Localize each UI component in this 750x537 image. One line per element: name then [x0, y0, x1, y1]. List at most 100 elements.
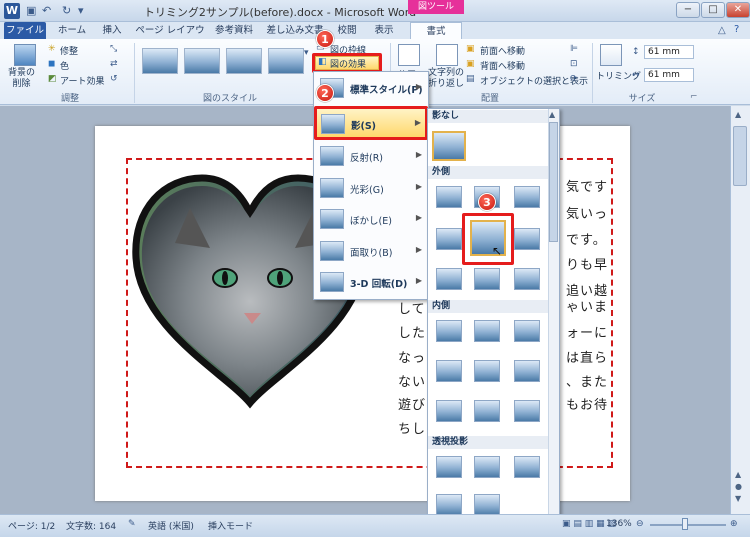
gallery-item-inner[interactable]	[474, 400, 500, 422]
doc-line: して	[398, 302, 426, 317]
shadow-highlight	[314, 106, 428, 140]
gallery-item-outer[interactable]	[514, 186, 540, 208]
menu-item-soft-edges[interactable]: ぼかし(E) ▶	[314, 204, 428, 234]
gallery-item-perspective[interactable]	[436, 456, 462, 478]
menu-item-bevel[interactable]: 面取り(B) ▶	[314, 236, 428, 266]
tab-file[interactable]: ファイル	[4, 22, 46, 39]
browse-object-icon[interactable]: ●	[735, 482, 742, 491]
proofing-icon[interactable]: ✎	[128, 519, 136, 529]
zoom-in-icon[interactable]: ⊕	[730, 519, 738, 529]
adjust-group-label: 調整	[60, 94, 79, 104]
zoom-slider-thumb[interactable]	[682, 518, 688, 530]
compress-pictures-icon[interactable]: ⤡	[110, 44, 117, 54]
status-language[interactable]: 英語 (米国)	[148, 519, 194, 532]
reflection-icon	[320, 146, 344, 166]
position-icon[interactable]	[398, 44, 420, 66]
step-badge-1: 1	[316, 30, 334, 48]
doc-line: 気いっ	[566, 207, 609, 222]
close-button[interactable]: ✕	[726, 2, 750, 18]
picture-style-thumb-3[interactable]	[226, 48, 262, 74]
reset-picture-icon[interactable]: ↺	[110, 74, 118, 84]
picture-style-thumb-4[interactable]	[268, 48, 304, 74]
help-icon[interactable]: ?	[734, 24, 739, 35]
prev-page-icon[interactable]: ▲	[735, 470, 741, 479]
menu-item-glow[interactable]: 光彩(G) ▶	[314, 173, 428, 203]
step-badge-3: 3	[478, 193, 496, 211]
status-page[interactable]: ページ: 1/2	[8, 519, 55, 532]
picture-style-thumb-2[interactable]	[184, 48, 220, 74]
remove-background-button[interactable]: 背景の 削除	[8, 68, 35, 90]
gallery-item-outer[interactable]	[514, 268, 540, 290]
gallery-item-perspective[interactable]	[514, 456, 540, 478]
gallery-scroll-thumb[interactable]	[549, 122, 558, 242]
gallery-item-perspective[interactable]	[436, 494, 462, 516]
gallery-item-inner[interactable]	[474, 360, 500, 382]
gallery-more-icon[interactable]: ▾	[304, 48, 309, 58]
change-picture-icon[interactable]: ⇄	[110, 59, 118, 69]
tab-page-layout[interactable]: ページ レイアウト	[132, 22, 208, 53]
scroll-thumb[interactable]	[733, 126, 747, 186]
tab-home[interactable]: ホーム	[52, 22, 92, 39]
gallery-item-outer[interactable]	[436, 186, 462, 208]
gallery-item-outer[interactable]	[514, 228, 540, 250]
zoom-level[interactable]: 136%	[606, 519, 632, 529]
rotate-icon[interactable]: ⟳	[570, 74, 578, 84]
picture-styles-group-label: 図のスタイル	[202, 94, 257, 104]
artistic-effects-button[interactable]: アート効果	[60, 74, 104, 87]
zoom-slider-track[interactable]	[650, 524, 726, 526]
gallery-item-inner[interactable]	[514, 360, 540, 382]
tab-view[interactable]: 表示	[366, 22, 402, 39]
tab-format[interactable]: 書式	[410, 22, 462, 40]
gallery-item-outer[interactable]	[436, 268, 462, 290]
send-backward-button[interactable]: 背面へ移動	[480, 59, 525, 72]
gallery-item-outer[interactable]	[474, 268, 500, 290]
mouse-cursor-icon: ↖	[492, 244, 503, 258]
menu-item-3d-rotation[interactable]: 3-D 回転(D) ▶	[314, 267, 428, 297]
picture-style-thumb-1[interactable]	[142, 48, 178, 74]
color-icon: ◼	[48, 59, 56, 69]
submenu-arrow-icon: ▶	[415, 213, 422, 222]
align-icon[interactable]: ⊫	[570, 44, 578, 54]
gallery-item-inner[interactable]	[436, 400, 462, 422]
menu-item-label: 面取り(B)	[350, 248, 393, 259]
size-dialog-launcher-icon[interactable]: ⌐	[690, 92, 698, 102]
gallery-item-inner[interactable]	[474, 320, 500, 342]
tab-review[interactable]: 校閲	[330, 22, 364, 39]
remove-background-icon[interactable]	[14, 44, 36, 66]
doc-line: です。	[566, 233, 607, 248]
minimize-button[interactable]: −	[676, 2, 700, 18]
group-icon[interactable]: ⊡	[570, 59, 578, 69]
gallery-item-perspective[interactable]	[474, 494, 500, 516]
doc-line: ォーに	[566, 326, 609, 341]
gallery-item-inner[interactable]	[514, 320, 540, 342]
width-input[interactable]: 61 mm	[644, 68, 694, 82]
tab-insert[interactable]: 挿入	[94, 22, 130, 39]
corrections-button[interactable]: 修整	[60, 44, 78, 57]
gallery-item-inner[interactable]	[514, 400, 540, 422]
color-button[interactable]: 色	[60, 59, 69, 72]
gallery-item-perspective[interactable]	[474, 456, 500, 478]
height-input[interactable]: 61 mm	[644, 45, 694, 59]
minimize-ribbon-icon[interactable]: △	[718, 25, 726, 36]
menu-item-reflection[interactable]: 反射(R) ▶	[314, 141, 428, 171]
maximize-button[interactable]: □	[701, 2, 725, 18]
bring-forward-button[interactable]: 前面へ移動	[480, 44, 525, 57]
gallery-scroll-up-icon[interactable]: ▲	[549, 110, 555, 119]
tab-references[interactable]: 参考資料	[210, 22, 258, 39]
gallery-item-no-shadow[interactable]	[432, 131, 466, 161]
menu-item-label: ぼかし(E)	[350, 216, 392, 227]
wrap-text-button[interactable]: 文字列の 折り返し	[428, 68, 464, 90]
gallery-item-outer[interactable]	[436, 228, 462, 250]
status-word-count[interactable]: 文字数: 164	[66, 519, 116, 532]
next-page-icon[interactable]: ▼	[735, 494, 741, 503]
corrections-icon: ✳	[48, 44, 56, 54]
submenu-arrow-icon: ▶	[415, 182, 422, 191]
gallery-item-inner[interactable]	[436, 360, 462, 382]
3d-rotation-icon	[320, 272, 344, 292]
crop-icon[interactable]	[600, 44, 622, 66]
scroll-up-icon[interactable]: ▲	[735, 110, 741, 119]
wrap-text-icon[interactable]	[436, 44, 458, 66]
zoom-out-icon[interactable]: ⊖	[636, 519, 644, 529]
gallery-item-inner[interactable]	[436, 320, 462, 342]
status-mode[interactable]: 挿入モード	[208, 519, 253, 532]
